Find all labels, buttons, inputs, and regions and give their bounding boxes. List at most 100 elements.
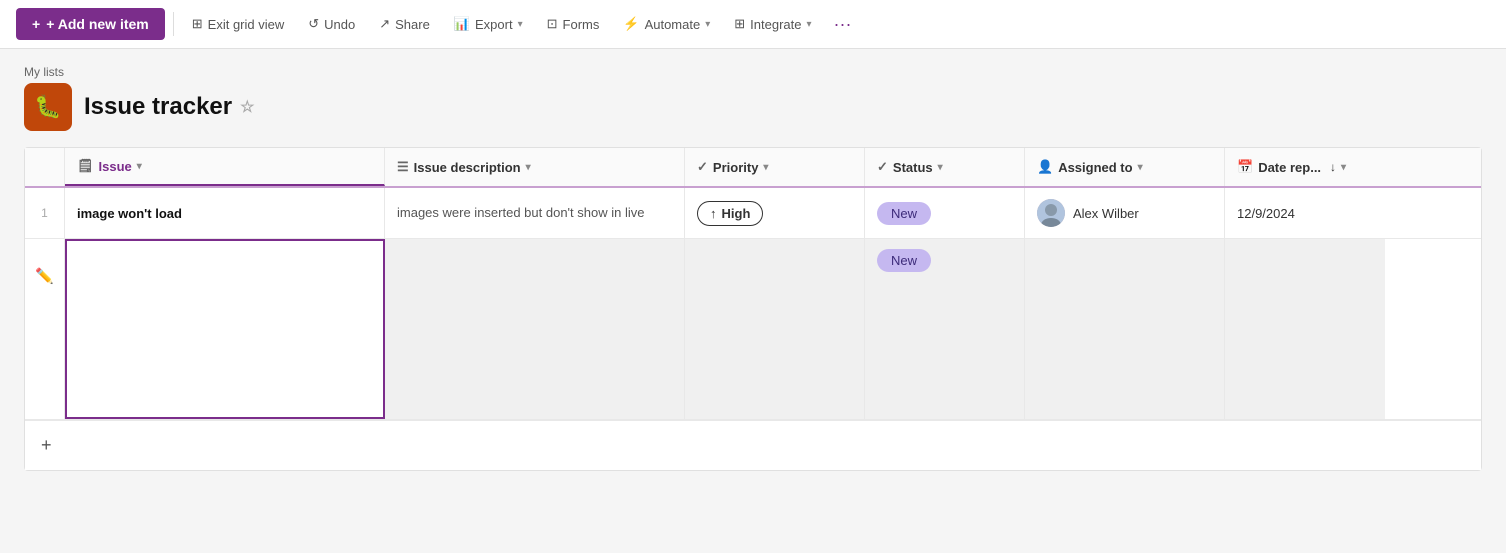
page-title: Issue tracker ☆ (84, 93, 254, 121)
new-row-description-cell[interactable] (385, 239, 685, 419)
table-row: 1 image won't load images were inserted … (25, 188, 1481, 239)
row-1-num: 1 (25, 188, 65, 238)
new-issue-input[interactable] (67, 241, 383, 417)
more-options-button[interactable]: ··· (826, 10, 860, 39)
breadcrumb: My lists (24, 65, 1482, 79)
priority-badge-high: ↑ High (697, 201, 763, 226)
more-icon: ··· (834, 14, 852, 34)
grid-header: 🗒 Issue ▾ ☰ Issue description ▾ ✓ Priori… (25, 148, 1481, 188)
status-col-icon: ✓ (877, 159, 888, 175)
add-row-row: + (25, 420, 1481, 470)
new-row-assigned-cell[interactable] (1025, 239, 1225, 419)
status-col-chevron: ▾ (938, 162, 943, 173)
status-text: New (891, 206, 917, 221)
new-row-edit-col: ✏️ (25, 239, 65, 419)
row-1-date-text: 12/9/2024 (1237, 206, 1295, 221)
undo-icon: ↺ (308, 16, 319, 32)
share-button[interactable]: ↗ Share (369, 10, 440, 38)
avatar (1037, 199, 1065, 227)
issue-col-label: Issue (99, 159, 132, 174)
automate-icon: ⚡ (623, 16, 639, 32)
integrate-button[interactable]: ⊞ Integrate ▾ (724, 10, 821, 38)
new-row: ✏️ New (25, 239, 1481, 420)
header-assigned[interactable]: 👤 Assigned to ▾ (1025, 148, 1225, 186)
date-col-label: Date rep... (1258, 160, 1321, 175)
forms-label: Forms (563, 17, 600, 32)
new-row-status-cell[interactable]: New (865, 239, 1025, 419)
assigned-col-icon: 👤 (1037, 159, 1053, 175)
new-row-status-text: New (891, 253, 917, 268)
assigned-col-label: Assigned to (1058, 160, 1132, 175)
row-1-assigned[interactable]: Alex Wilber (1025, 188, 1225, 238)
page-title-text: Issue tracker (84, 93, 232, 121)
description-col-label: Issue description (414, 160, 521, 175)
issue-col-chevron: ▾ (137, 161, 142, 172)
priority-text: High (722, 206, 751, 221)
row-1-issue-text: image won't load (77, 206, 182, 221)
page-content: My lists 🐛 Issue tracker ☆ 🗒 Issue ▾ ☰ I… (0, 49, 1506, 550)
issue-col-icon: 🗒 (77, 158, 94, 174)
undo-label: Undo (324, 17, 355, 32)
exit-grid-label: Exit grid view (208, 17, 285, 32)
row-1-date[interactable]: 12/9/2024 (1225, 188, 1385, 238)
header-description[interactable]: ☰ Issue description ▾ (385, 148, 685, 186)
assigned-name-text: Alex Wilber (1073, 206, 1139, 221)
row-1-issue[interactable]: image won't load (65, 188, 385, 238)
integrate-label: Integrate (750, 17, 801, 32)
page-header: 🐛 Issue tracker ☆ (24, 83, 1482, 131)
page-title-area: Issue tracker ☆ (84, 93, 254, 121)
new-row-status-badge: New (877, 249, 931, 272)
exit-grid-button[interactable]: ⊞ Exit grid view (182, 10, 294, 38)
grid-container: 🗒 Issue ▾ ☰ Issue description ▾ ✓ Priori… (24, 147, 1482, 471)
toolbar-divider-1 (173, 12, 174, 36)
priority-col-label: Priority (713, 160, 759, 175)
share-icon: ↗ (379, 16, 390, 32)
assigned-cell: Alex Wilber (1037, 199, 1139, 227)
header-priority[interactable]: ✓ Priority ▾ (685, 148, 865, 186)
export-icon: 📊 (454, 16, 470, 32)
undo-button[interactable]: ↺ Undo (298, 10, 365, 38)
header-row-num (25, 148, 65, 186)
header-issue[interactable]: 🗒 Issue ▾ (65, 148, 385, 186)
automate-label: Automate (645, 17, 701, 32)
priority-arrow-icon: ↑ (710, 206, 717, 221)
header-date[interactable]: 📅 Date rep... ↓ ▾ (1225, 148, 1385, 186)
avatar-image (1037, 199, 1065, 227)
new-row-priority-cell[interactable] (685, 239, 865, 419)
priority-col-icon: ✓ (697, 159, 708, 175)
export-chevron-icon: ▾ (518, 19, 523, 30)
integrate-icon: ⊞ (734, 16, 745, 32)
description-col-icon: ☰ (397, 159, 409, 175)
share-label: Share (395, 17, 430, 32)
status-badge-new: New (877, 202, 931, 225)
row-1-description[interactable]: images were inserted but don't show in l… (385, 188, 685, 238)
favorite-star-icon[interactable]: ☆ (240, 97, 254, 117)
plus-row-icon: + (41, 435, 52, 456)
row-1-priority[interactable]: ↑ High (685, 188, 865, 238)
edit-pencil-icon[interactable]: ✏️ (35, 251, 54, 285)
add-row-button[interactable]: + (33, 427, 60, 464)
automate-button[interactable]: ⚡ Automate ▾ (613, 10, 720, 38)
new-row-date-cell[interactable] (1225, 239, 1385, 419)
status-col-label: Status (893, 160, 933, 175)
export-button[interactable]: 📊 Export ▾ (444, 10, 533, 38)
page-icon: 🐛 (24, 83, 72, 131)
plus-icon: + (32, 16, 40, 32)
header-status[interactable]: ✓ Status ▾ (865, 148, 1025, 186)
forms-icon: ⊡ (547, 16, 558, 32)
automate-chevron-icon: ▾ (705, 19, 710, 30)
row-1-number: 1 (41, 206, 48, 220)
priority-col-chevron: ▾ (763, 162, 768, 173)
add-new-label: + Add new item (46, 16, 149, 32)
assigned-col-chevron: ▾ (1138, 162, 1143, 173)
grid-icon: ⊞ (192, 16, 203, 32)
bug-icon: 🐛 (34, 94, 61, 120)
date-col-chevron: ▾ (1341, 162, 1346, 173)
row-1-description-text: images were inserted but don't show in l… (397, 204, 644, 222)
add-new-button[interactable]: + + Add new item (16, 8, 165, 40)
date-sort-icon: ↓ (1330, 160, 1336, 174)
new-row-issue-cell[interactable] (65, 239, 385, 419)
breadcrumb-text: My lists (24, 65, 64, 79)
row-1-status[interactable]: New (865, 188, 1025, 238)
forms-button[interactable]: ⊡ Forms (537, 10, 610, 38)
